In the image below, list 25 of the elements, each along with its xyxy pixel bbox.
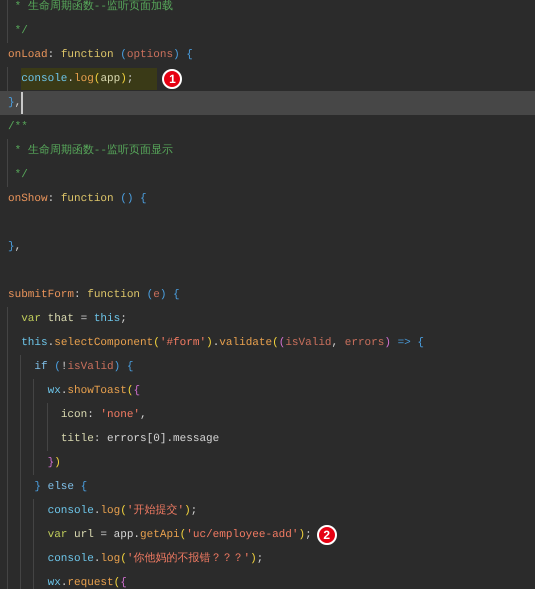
code-line: console.log('你他妈的不报错？？？'); (48, 551, 264, 567)
text-cursor (21, 92, 24, 114)
code-line: submitForm: function (e) { (8, 288, 180, 303)
code-line: * 生命周期函数--监听页面显示 (14, 143, 174, 159)
code-line: wx.request({ (48, 576, 127, 589)
code-line: }, (8, 96, 22, 111)
code-line: } else { (34, 480, 88, 495)
code-line: icon: 'none', (60, 408, 147, 423)
code-line: onLoad: function (options) { (8, 48, 193, 63)
code-line: }) (48, 456, 61, 471)
code-line: }, (8, 240, 22, 255)
code-line: this.selectComponent('#form').validate((isValid, errors) => { (21, 336, 424, 351)
code-line: title: errors[0].message (60, 432, 220, 447)
code-line: if (!isValid) { (34, 360, 134, 375)
code-line: console.log('开始提交'); (48, 502, 198, 519)
code-line: wx.showToast({ (48, 384, 140, 399)
code-line: * 生命周期函数--监听页面加载 (14, 0, 174, 15)
number-badge: 1 (162, 69, 182, 89)
code-line: onShow: function () { (8, 192, 147, 207)
code-line: var that = this; (21, 312, 127, 327)
code-line: /** (8, 120, 28, 135)
code-line: */ (14, 24, 28, 39)
code-line: */ (14, 168, 28, 183)
number-badge: 2 (316, 525, 337, 545)
code-line: var url = app.getApi('uc/employee-add'); (48, 528, 312, 543)
